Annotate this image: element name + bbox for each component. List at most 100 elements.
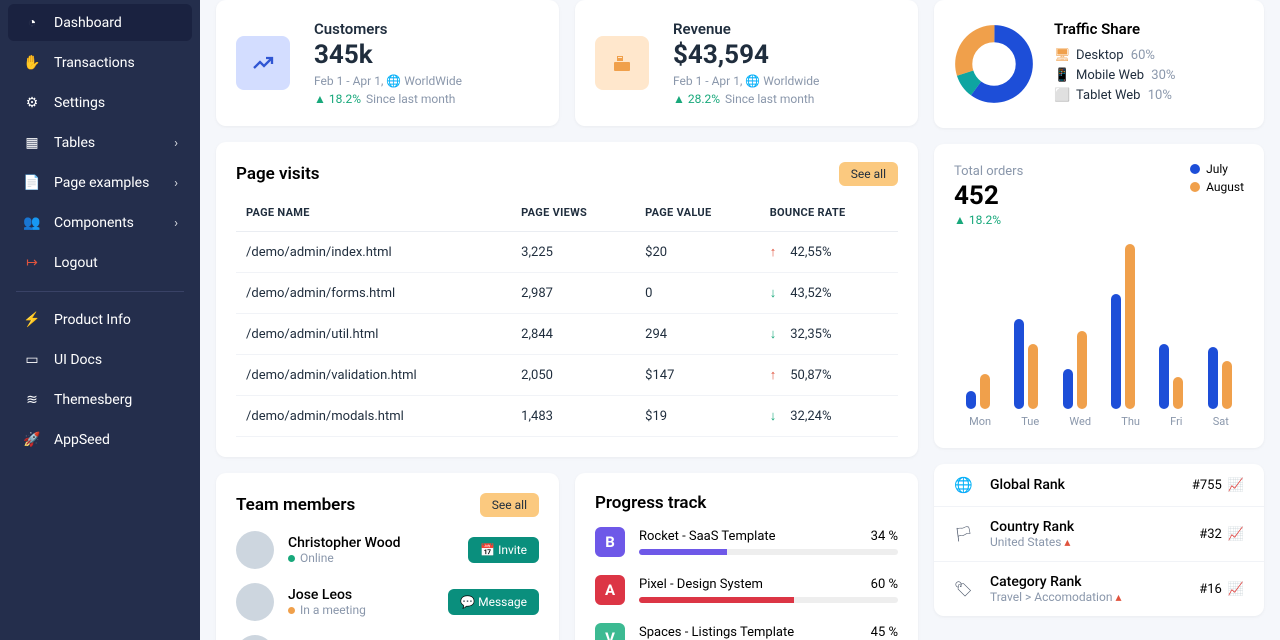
x-label: Wed — [1069, 415, 1091, 428]
project-pct: 60 % — [871, 577, 898, 592]
revenue-title: Revenue — [673, 20, 819, 38]
sidebar-item-page-examples[interactable]: 📄Page examples› — [8, 165, 192, 201]
traffic-title: Traffic Share — [1054, 20, 1175, 38]
chart-icon: 📈 — [1228, 527, 1244, 542]
project-icon: B — [595, 527, 625, 557]
sidebar-item-dashboard[interactable]: ◔Dashboard — [8, 4, 192, 41]
table-row[interactable]: /demo/admin/index.html3,225$20↑42,55% — [236, 232, 898, 273]
sidebar-item-settings[interactable]: ⚙Settings — [8, 85, 192, 121]
customers-change: ▲ 18.2% Since last month — [314, 92, 462, 106]
bar-group — [1208, 347, 1232, 409]
nav-icon: ▭ — [22, 352, 42, 368]
chart-legend: JulyAugust — [1190, 162, 1244, 198]
nav-label: Themesberg — [54, 392, 178, 408]
rank-subtitle: United States ▴ — [990, 535, 1074, 549]
team-member: Christopher WoodOnline📅 Invite — [236, 531, 539, 569]
avatar — [236, 635, 274, 640]
main-content: Customers 345k Feb 1 - Apr 1, 🌐 WorldWid… — [200, 0, 1280, 640]
table-row[interactable]: /demo/admin/util.html2,844294↓32,35% — [236, 314, 898, 355]
project-name: Spaces - Listings Template — [639, 625, 794, 640]
arrow-up-icon: ↑ — [770, 244, 777, 260]
sidebar-item-themesberg[interactable]: ≋Themesberg — [8, 382, 192, 418]
bar — [1014, 319, 1024, 409]
table-row[interactable]: /demo/admin/validation.html2,050$147↑50,… — [236, 355, 898, 396]
revenue-change: ▲ 28.2% Since last month — [673, 92, 819, 106]
sidebar-item-logout[interactable]: ↦Logout — [8, 245, 192, 281]
progress-bar — [639, 597, 898, 603]
sidebar-item-tables[interactable]: ▦Tables› — [8, 125, 192, 161]
traffic-item: 📱Mobile Web 30% — [1054, 68, 1175, 83]
chevron-right-icon: › — [174, 176, 178, 191]
nav-icon: ⚡ — [22, 312, 42, 328]
legend-item: July — [1190, 162, 1244, 176]
rank-value: #16 📈 — [1199, 582, 1244, 597]
sidebar-item-components[interactable]: 👥 Components› — [8, 205, 192, 241]
nav-icon: 🚀 — [22, 432, 42, 448]
chevron-right-icon: › — [174, 216, 178, 231]
rank-title: Global Rank — [990, 477, 1065, 493]
sidebar-item-ui-docs[interactable]: ▭ UI Docs — [8, 342, 192, 378]
customers-title: Customers — [314, 20, 462, 38]
project-icon: V — [595, 623, 625, 640]
device-icon: 🖥 — [1054, 48, 1070, 63]
nav-label: Components — [54, 215, 174, 231]
sidebar-item-appseed[interactable]: 🚀 AppSeed — [8, 422, 192, 458]
bar-group — [966, 374, 990, 409]
invite-button[interactable]: 📅 Invite — [468, 537, 539, 563]
page-visits-table: PAGE NAMEPAGE VIEWSPAGE VALUEBOUNCE RATE… — [236, 194, 898, 437]
rank-row[interactable]: 🏷Category RankTravel > Accomodation ▴#16… — [934, 562, 1264, 616]
page-visits-card: Page visits See all PAGE NAMEPAGE VIEWSP… — [216, 142, 918, 457]
progress-track-card: Progress track BRocket - SaaS Template34… — [575, 473, 918, 640]
rank-icon: 🏳 — [954, 525, 974, 543]
device-icon: 📱 — [1054, 68, 1070, 83]
customers-period: Feb 1 - Apr 1, 🌐 WorldWide — [314, 74, 462, 88]
project-pct: 34 % — [871, 529, 898, 544]
see-all-visits-button[interactable]: See all — [839, 162, 898, 186]
sidebar: ◔Dashboard ✋ Transactions ⚙Settings ▦Tables›… — [0, 0, 200, 640]
see-all-team-button[interactable]: See all — [480, 493, 539, 517]
rank-subtitle: Travel > Accomodation ▴ — [990, 590, 1121, 604]
chart-icon: 📈 — [1228, 478, 1244, 493]
nav-label: AppSeed — [54, 432, 178, 448]
chart-x-labels: MonTueWedThuFriSat — [954, 415, 1244, 428]
sidebar-item-transactions[interactable]: ✋ Transactions — [8, 45, 192, 81]
nav-label: Page examples — [54, 175, 174, 191]
team-member: Jose LeosIn a meeting💬 Message — [236, 583, 539, 621]
page-visits-title: Page visits — [236, 164, 320, 184]
bar — [966, 391, 976, 409]
rank-title: Country Rank — [990, 519, 1074, 535]
progress-bar — [639, 549, 898, 555]
nav-label: Dashboard — [54, 15, 178, 31]
team-member: Bonnie Green📅 Invite — [236, 635, 539, 640]
member-name: Jose Leos — [288, 587, 366, 603]
revenue-period: Feb 1 - Apr 1, 🌐 Worldwide — [673, 74, 819, 88]
rank-title: Category Rank — [990, 574, 1121, 590]
nav-label: UI Docs — [54, 352, 178, 368]
message-button[interactable]: 💬 Message — [448, 589, 539, 615]
cash-register-icon — [595, 36, 649, 90]
table-row[interactable]: /demo/admin/forms.html2,9870↓43,52% — [236, 273, 898, 314]
rank-row[interactable]: 🌐Global Rank#755 📈 — [934, 464, 1264, 507]
nav-divider — [16, 291, 184, 292]
sidebar-item-product-info[interactable]: ⚡ Product Info — [8, 302, 192, 338]
nav-label: Product Info — [54, 312, 178, 328]
table-header: PAGE VIEWS — [511, 194, 635, 232]
nav-icon: ✋ — [22, 55, 42, 71]
nav-icon: 👥 — [22, 215, 42, 231]
progress-item: VSpaces - Listings Template45 % — [595, 623, 898, 640]
rank-row[interactable]: 🏳Country RankUnited States ▴#32 📈 — [934, 507, 1264, 562]
bar-group — [1159, 344, 1183, 409]
nav-label: Transactions — [54, 55, 178, 71]
nav-label: Tables — [54, 135, 174, 151]
bar — [1125, 244, 1135, 409]
x-label: Thu — [1121, 415, 1140, 428]
bar-group — [1111, 244, 1135, 409]
avatar — [236, 583, 274, 621]
x-label: Mon — [969, 415, 991, 428]
table-row[interactable]: /demo/admin/modals.html1,483$19↓32,24% — [236, 396, 898, 437]
member-name: Christopher Wood — [288, 535, 401, 551]
bar-group — [1063, 331, 1087, 409]
nav-label: Settings — [54, 95, 178, 111]
avatar — [236, 531, 274, 569]
team-members-card: Team members See all Christopher WoodOnl… — [216, 473, 559, 640]
